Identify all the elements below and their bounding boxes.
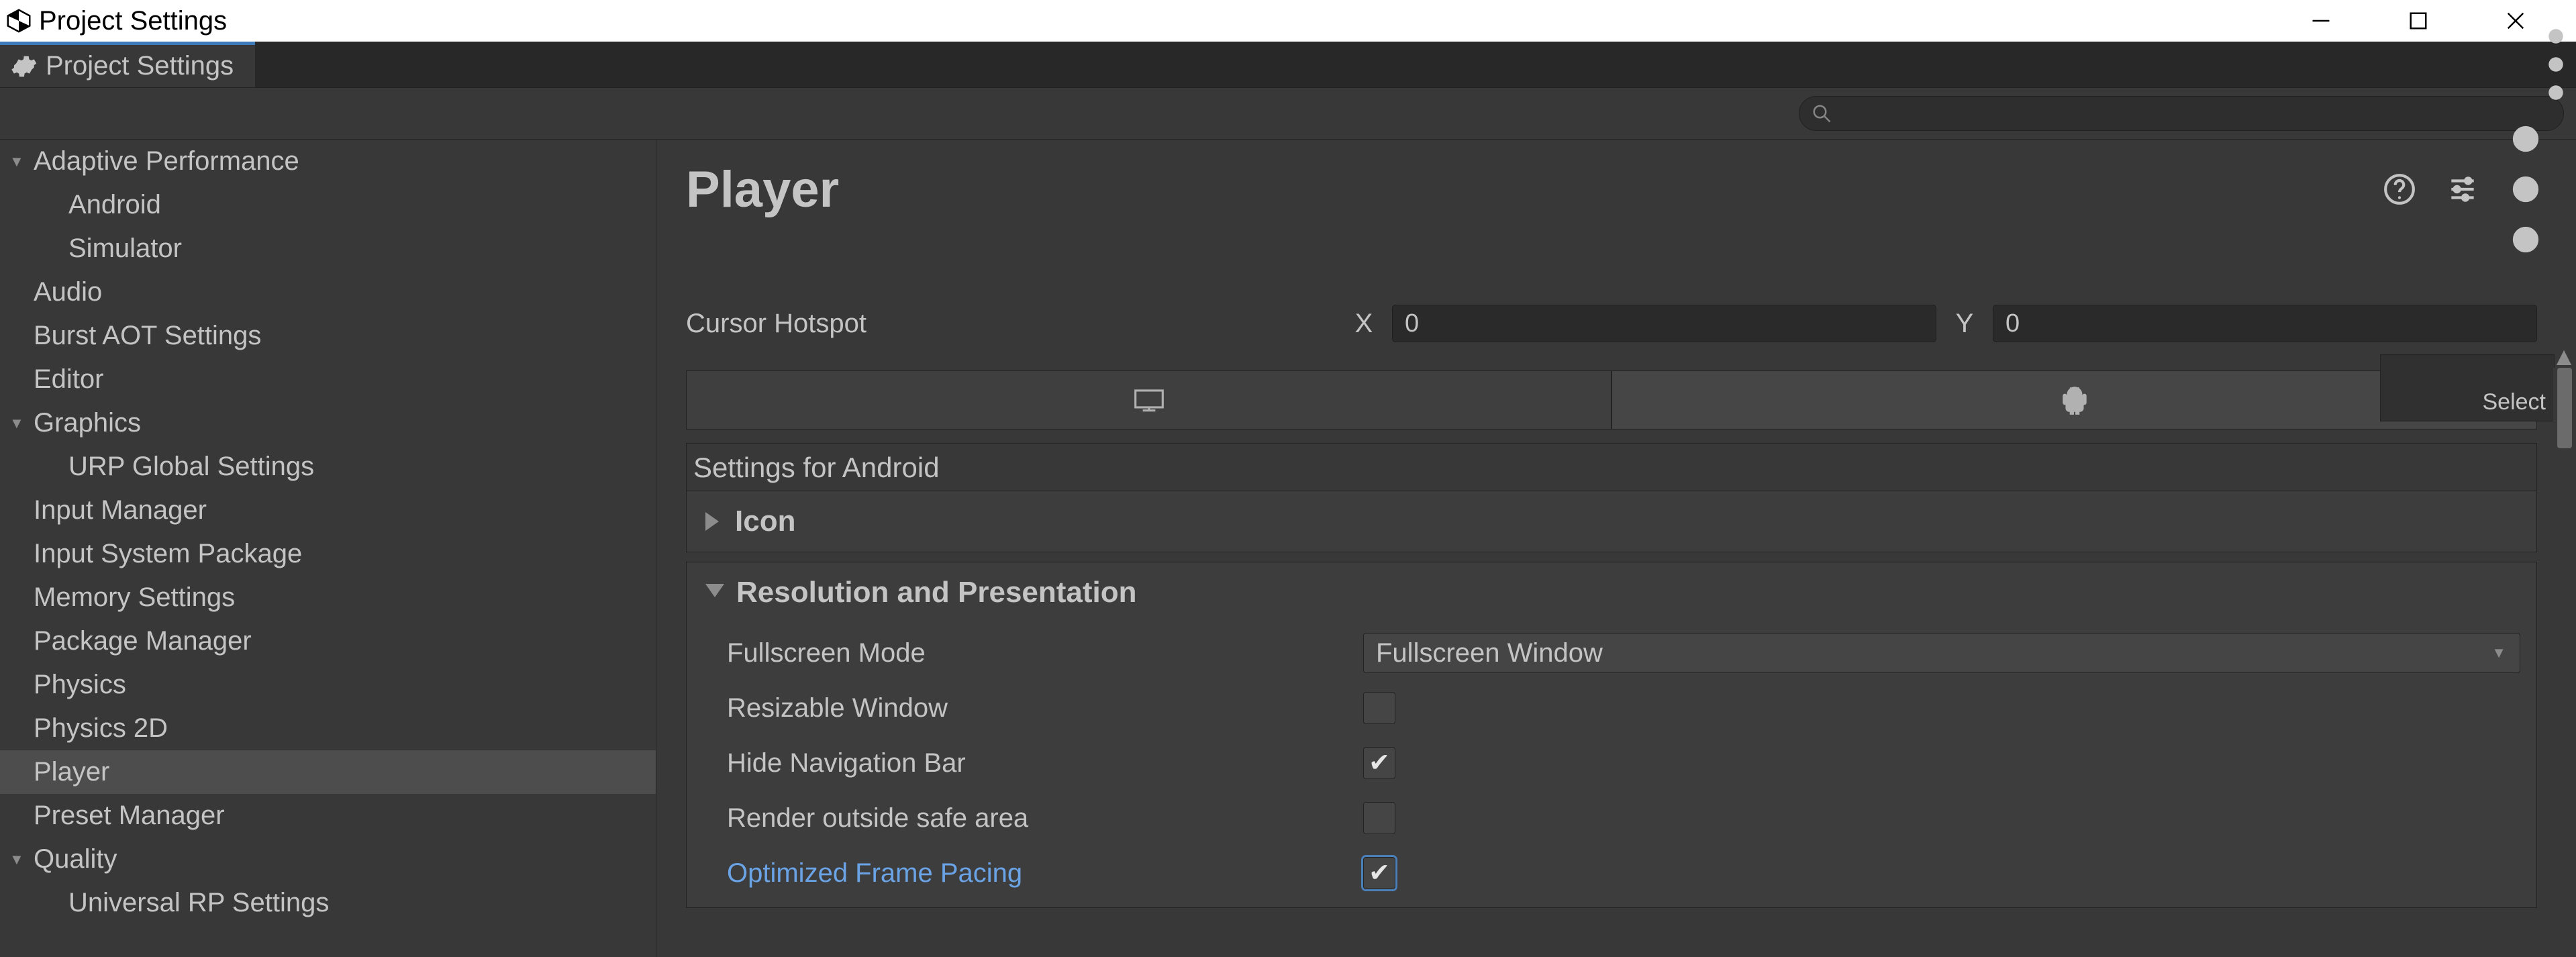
optimized-pacing-checkbox[interactable] <box>1363 857 1395 889</box>
preset-icon[interactable] <box>2446 172 2479 206</box>
sidebar-item-physics[interactable]: Physics <box>0 663 656 707</box>
content-heading: Player <box>686 161 2563 217</box>
fullscreen-mode-row: Fullscreen Mode Fullscreen Window <box>727 625 2520 681</box>
search-input[interactable] <box>1841 101 2551 127</box>
cursor-hotspot-label: Cursor Hotspot <box>686 309 1350 339</box>
cursor-hotspot-row: Cursor Hotspot X Y <box>686 298 2563 349</box>
sidebar-item-editor[interactable]: Editor <box>0 358 656 401</box>
sidebar-item-label: Physics <box>34 670 126 700</box>
monitor-icon <box>1132 383 1166 417</box>
sidebar-item-label: Android <box>68 190 161 220</box>
sidebar-item-label: Package Manager <box>34 626 252 656</box>
sidebar-item-input-system-package[interactable]: Input System Package <box>0 532 656 576</box>
sidebar-item-input-manager[interactable]: Input Manager <box>0 489 656 532</box>
scroll-up-icon[interactable]: ▲ <box>2555 348 2573 366</box>
hide-navbar-row: Hide Navigation Bar <box>727 736 2520 791</box>
sidebar-item-android[interactable]: Android <box>0 183 656 227</box>
hide-navbar-checkbox[interactable] <box>1363 747 1395 779</box>
select-label: Select <box>2483 389 2546 415</box>
sidebar-item-label: Player <box>34 757 109 787</box>
sidebar-item-label: URP Global Settings <box>68 452 314 482</box>
resizable-window-label: Resizable Window <box>727 693 1363 723</box>
content-menu-icon[interactable] <box>2509 172 2542 206</box>
sidebar-item-label: Memory Settings <box>34 583 235 613</box>
maximize-button[interactable] <box>2398 1 2438 41</box>
sidebar-item-quality[interactable]: Quality <box>0 838 656 881</box>
icon-section-title: Icon <box>735 505 795 538</box>
settings-sidebar: Adaptive Performance Android Simulator Audi… <box>0 140 656 957</box>
sidebar-item-label: Input System Package <box>34 539 302 569</box>
fullscreen-mode-dropdown[interactable]: Fullscreen Window <box>1363 633 2520 673</box>
sidebar-item-universal-rp-settings[interactable]: Universal RP Settings <box>0 881 656 925</box>
editor-tabbar: Project Settings <box>0 42 2576 87</box>
sidebar-item-label: Quality <box>34 844 117 874</box>
resolution-section: Resolution and Presentation Fullscreen M… <box>686 562 2537 908</box>
sidebar-item-graphics[interactable]: Graphics <box>0 401 656 445</box>
sidebar-item-label: Graphics <box>34 408 141 438</box>
sidebar-item-label: Preset Manager <box>34 801 225 831</box>
scrollbar-thumb[interactable] <box>2557 368 2572 448</box>
tab-label: Project Settings <box>46 51 234 81</box>
sidebar-item-physics-2d[interactable]: Physics 2D <box>0 707 656 750</box>
chevron-down-icon <box>705 584 724 601</box>
unity-icon <box>5 7 32 34</box>
resolution-section-title: Resolution and Presentation <box>736 576 1137 609</box>
close-button[interactable] <box>2495 1 2536 41</box>
settings-content: Player Select ▲ Cursor Hotspot X Y <box>656 140 2576 957</box>
sidebar-item-label: Adaptive Performance <box>34 146 299 177</box>
sidebar-item-label: Input Manager <box>34 495 207 525</box>
os-titlebar: Project Settings <box>0 0 2576 42</box>
sidebar-item-label: Audio <box>34 277 102 307</box>
sidebar-item-label: Physics 2D <box>34 713 168 744</box>
resizable-window-checkbox[interactable] <box>1363 692 1395 724</box>
settings-for-android-label: Settings for Android <box>686 443 2537 491</box>
search-icon <box>1812 103 1832 123</box>
resizable-window-row: Resizable Window <box>727 681 2520 736</box>
gear-icon <box>9 52 38 81</box>
sidebar-item-label: Universal RP Settings <box>68 888 329 918</box>
sidebar-item-label: Editor <box>34 364 104 395</box>
resolution-section-header[interactable]: Resolution and Presentation <box>687 562 2536 623</box>
render-outside-checkbox[interactable] <box>1363 802 1395 834</box>
tabbar-menu-icon[interactable] <box>2546 48 2565 81</box>
sidebar-item-memory-settings[interactable]: Memory Settings <box>0 576 656 619</box>
sidebar-item-label: Simulator <box>68 234 182 264</box>
android-icon <box>2058 383 2091 417</box>
window-title: Project Settings <box>39 6 227 36</box>
sidebar-item-player[interactable]: Player <box>0 750 656 794</box>
scrollbar-track[interactable] <box>2553 368 2576 957</box>
optimized-pacing-row: Optimized Frame Pacing <box>727 846 2520 901</box>
render-outside-row: Render outside safe area <box>727 791 2520 846</box>
window-buttons <box>2301 1 2576 41</box>
search-box[interactable] <box>1799 96 2564 131</box>
sidebar-item-urp-global-settings[interactable]: URP Global Settings <box>0 445 656 489</box>
sidebar-item-simulator[interactable]: Simulator <box>0 227 656 270</box>
icon-section[interactable]: Icon <box>686 491 2537 552</box>
sidebar-item-label: Burst AOT Settings <box>34 321 261 351</box>
sidebar-item-burst-aot-settings[interactable]: Burst AOT Settings <box>0 314 656 358</box>
sidebar-item-audio[interactable]: Audio <box>0 270 656 314</box>
platform-tab-standalone[interactable] <box>686 370 1612 430</box>
search-row <box>0 87 2576 140</box>
tab-project-settings[interactable]: Project Settings <box>0 42 255 87</box>
sidebar-item-package-manager[interactable]: Package Manager <box>0 619 656 663</box>
cursor-y-input[interactable] <box>1993 305 2537 342</box>
help-icon[interactable] <box>2383 172 2416 206</box>
y-axis-label: Y <box>1951 309 1978 339</box>
sidebar-item-adaptive-performance[interactable]: Adaptive Performance <box>0 140 656 183</box>
page-title: Player <box>686 160 839 219</box>
fullscreen-mode-label: Fullscreen Mode <box>727 638 1363 668</box>
minimize-button[interactable] <box>2301 1 2341 41</box>
platform-tabs <box>686 370 2563 430</box>
optimized-pacing-label: Optimized Frame Pacing <box>727 858 1363 889</box>
x-axis-label: X <box>1350 309 1377 339</box>
render-outside-label: Render outside safe area <box>727 803 1363 834</box>
sidebar-item-preset-manager[interactable]: Preset Manager <box>0 794 656 838</box>
chevron-right-icon <box>705 512 723 531</box>
hide-navbar-label: Hide Navigation Bar <box>727 748 1363 778</box>
texture-select-button[interactable]: Select <box>2380 354 2555 421</box>
cursor-x-input[interactable] <box>1392 305 1936 342</box>
